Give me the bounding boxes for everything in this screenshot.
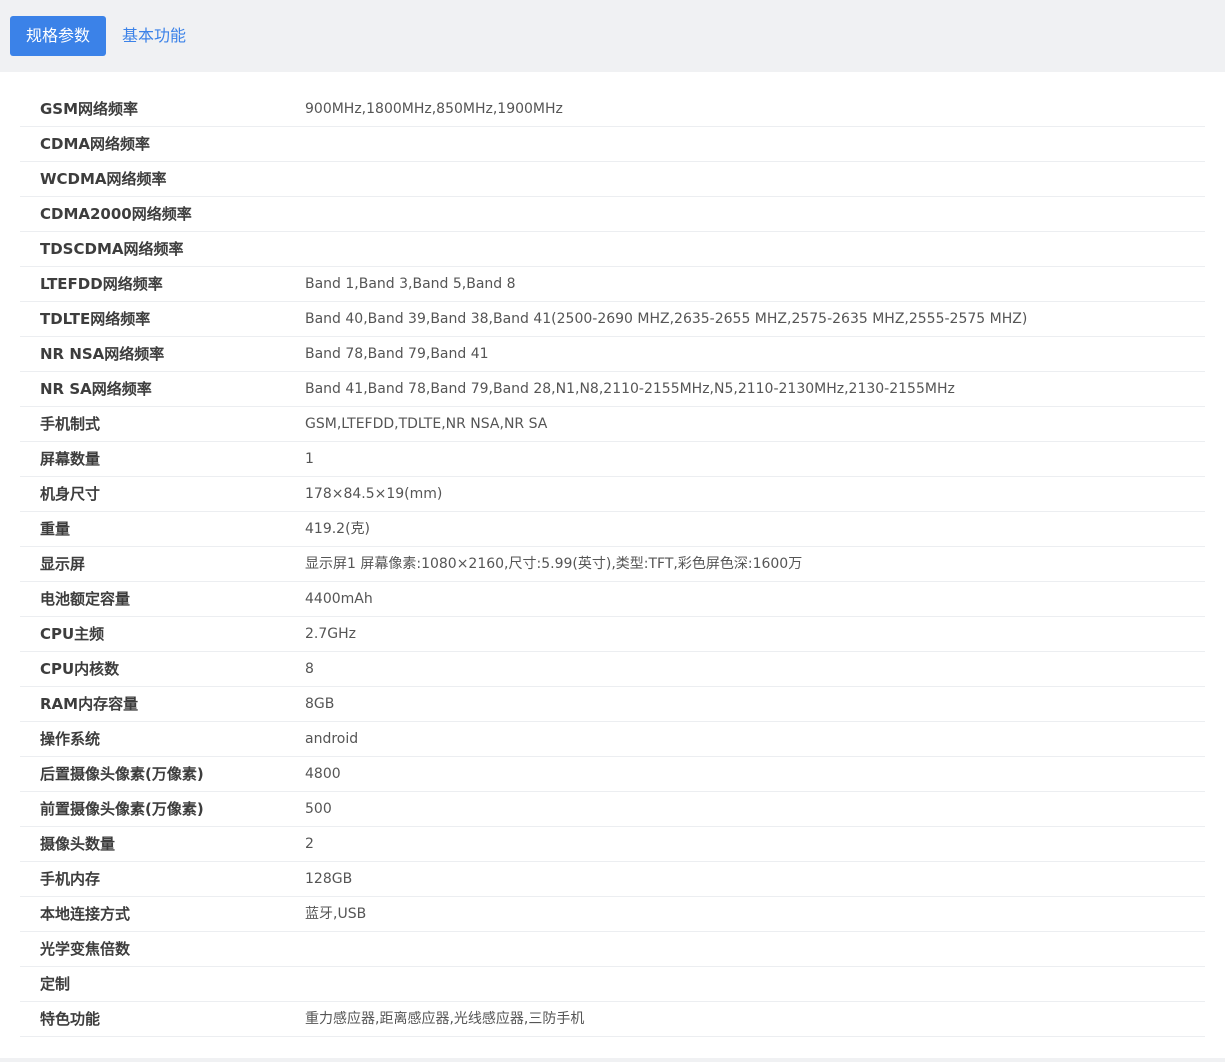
spec-value: 500 — [305, 801, 332, 817]
spec-name: 本地连接方式 — [40, 905, 131, 923]
table-row: 前置摄像头像素(万像素) 500 — [20, 792, 1205, 827]
spec-name: 光学变焦倍数 — [40, 940, 131, 958]
spec-value: 900MHz,1800MHz,850MHz,1900MHz — [305, 101, 563, 117]
spec-value: Band 41,Band 78,Band 79,Band 28,N1,N8,21… — [305, 381, 955, 397]
spec-name: RAM内存容量 — [40, 695, 139, 713]
spec-table: GSM网络频率 900MHz,1800MHz,850MHz,1900MHz CDMA… — [20, 92, 1205, 1037]
bottom-divider — [0, 1058, 1225, 1062]
spec-name: 重量 — [40, 520, 71, 538]
spec-name: TDLTE网络频率 — [40, 310, 151, 328]
spec-name: 前置摄像头像素(万像素) — [40, 800, 204, 818]
spec-value: 4400mAh — [305, 591, 373, 607]
spec-name: 机身尺寸 — [40, 485, 101, 503]
table-row: RAM内存容量 8GB — [20, 687, 1205, 722]
spec-value: android — [305, 731, 359, 747]
table-row: GSM网络频率 900MHz,1800MHz,850MHz,1900MHz — [20, 92, 1205, 127]
spec-name: 手机内存 — [40, 870, 101, 888]
spec-name: NR SA网络频率 — [40, 380, 152, 398]
table-row: WCDMA网络频率 — [20, 162, 1205, 197]
spec-value: 2.7GHz — [305, 626, 356, 642]
spec-value: 1 — [305, 451, 314, 467]
spec-name: 特色功能 — [40, 1010, 101, 1028]
table-row: 定制 — [20, 967, 1205, 1002]
spec-value: 8GB — [305, 696, 335, 712]
spec-value: 显示屏1 屏幕像素:1080×2160,尺寸:5.99(英寸),类型:TFT,彩… — [305, 556, 803, 572]
table-row: 电池额定容量 4400mAh — [20, 582, 1205, 617]
spec-name: NR NSA网络频率 — [40, 345, 165, 363]
tab-basic-features[interactable]: 基本功能 — [110, 16, 198, 56]
tab-specs[interactable]: 规格参数 — [10, 16, 106, 56]
tab-bar: 规格参数 基本功能 — [0, 0, 1225, 72]
spec-name: CPU内核数 — [40, 660, 120, 678]
table-row: TDLTE网络频率 Band 40,Band 39,Band 38,Band 41… — [20, 302, 1205, 337]
table-row: CDMA2000网络频率 — [20, 197, 1205, 232]
spec-name: 手机制式 — [40, 415, 101, 433]
spec-value: 178×84.5×19(mm) — [305, 486, 443, 502]
spec-value: 2 — [305, 836, 314, 852]
spec-name: 显示屏 — [40, 555, 86, 573]
spec-name: 电池额定容量 — [40, 590, 131, 608]
table-row: CPU内核数 8 — [20, 652, 1205, 687]
spec-value: 4800 — [305, 766, 341, 782]
spec-value: 蓝牙,USB — [305, 906, 367, 922]
table-row: 屏幕数量 1 — [20, 442, 1205, 477]
table-row: 摄像头数量 2 — [20, 827, 1205, 862]
spec-name: 后置摄像头像素(万像素) — [40, 765, 204, 783]
table-row: 重量 419.2(克) — [20, 512, 1205, 547]
spec-name: 操作系统 — [40, 730, 101, 748]
table-row: 操作系统 android — [20, 722, 1205, 757]
table-row: NR SA网络频率 Band 41,Band 78,Band 79,Band 28… — [20, 372, 1205, 407]
table-row: 本地连接方式 蓝牙,USB — [20, 897, 1205, 932]
table-row: 显示屏 显示屏1 屏幕像素:1080×2160,尺寸:5.99(英寸),类型:TF… — [20, 547, 1205, 582]
spec-value: Band 1,Band 3,Band 5,Band 8 — [305, 276, 516, 292]
spec-name: 屏幕数量 — [40, 450, 101, 468]
spec-name: GSM网络频率 — [40, 100, 139, 118]
spec-name: LTEFDD网络频率 — [40, 275, 163, 293]
table-row: 特色功能 重力感应器,距离感应器,光线感应器,三防手机 — [20, 1002, 1205, 1037]
table-row: 后置摄像头像素(万像素) 4800 — [20, 757, 1205, 792]
table-row: NR NSA网络频率 Band 78,Band 79,Band 41 — [20, 337, 1205, 372]
spec-value: Band 78,Band 79,Band 41 — [305, 346, 489, 362]
spec-value: 419.2(克) — [305, 521, 371, 537]
table-row: CPU主频 2.7GHz — [20, 617, 1205, 652]
table-row: 光学变焦倍数 — [20, 932, 1205, 967]
table-row: 机身尺寸 178×84.5×19(mm) — [20, 477, 1205, 512]
table-row: LTEFDD网络频率 Band 1,Band 3,Band 5,Band 8 — [20, 267, 1205, 302]
spec-name: 摄像头数量 — [40, 835, 116, 853]
spec-value: Band 40,Band 39,Band 38,Band 41(2500-269… — [305, 311, 1028, 327]
spec-value: 重力感应器,距离感应器,光线感应器,三防手机 — [305, 1011, 585, 1027]
spec-value: 128GB — [305, 871, 353, 887]
spec-value: GSM,LTEFDD,TDLTE,NR NSA,NR SA — [305, 416, 548, 432]
spec-name: CPU主频 — [40, 625, 105, 643]
table-row: 手机内存 128GB — [20, 862, 1205, 897]
spec-name: CDMA网络频率 — [40, 135, 150, 153]
spec-name: TDSCDMA网络频率 — [40, 240, 184, 258]
spec-name: CDMA2000网络频率 — [40, 205, 192, 223]
spec-name: WCDMA网络频率 — [40, 170, 167, 188]
spec-name: 定制 — [40, 975, 71, 993]
table-row: 手机制式 GSM,LTEFDD,TDLTE,NR NSA,NR SA — [20, 407, 1205, 442]
table-row: TDSCDMA网络频率 — [20, 232, 1205, 267]
spec-value: 8 — [305, 661, 314, 677]
table-row: CDMA网络频率 — [20, 127, 1205, 162]
